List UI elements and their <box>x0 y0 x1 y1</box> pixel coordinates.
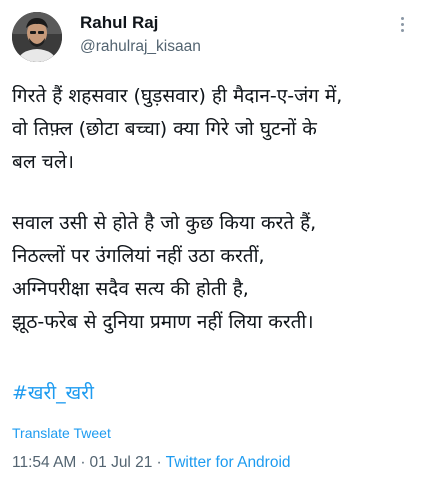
tweet-line: सवाल उसी से होते है जो कुछ किया करते हैं… <box>12 212 317 234</box>
more-dot <box>400 16 404 20</box>
author-handle[interactable]: @rahulraj_kisaan <box>80 36 201 58</box>
paragraph-break <box>12 179 416 207</box>
more-dot <box>400 28 404 32</box>
tweet-meta: 11:54 AM · 01 Jul 21 · Twitter for Android <box>12 452 291 474</box>
more-dot <box>400 22 404 26</box>
meta-separator: · <box>80 454 86 471</box>
tweet-line: गिरते हैं शहसवार (घुड़सवार) ही मैदान-ए-ज… <box>12 85 343 107</box>
avatar[interactable] <box>12 12 62 62</box>
tweet-text: गिरते हैं शहसवार (घुड़सवार) ही मैदान-ए-ज… <box>12 80 416 339</box>
author-names: Rahul Raj @rahulraj_kisaan <box>80 12 201 58</box>
author-display-name[interactable]: Rahul Raj <box>80 12 201 34</box>
more-vertical-icon[interactable] <box>390 10 414 38</box>
translate-tweet-link[interactable]: Translate Tweet <box>12 423 111 443</box>
tweet-line: वो तिफ़्ल (छोटा बच्चा) क्या गिरे जो घुटन… <box>12 118 317 140</box>
tweet-line: निठल्लों पर उंगलियां नहीं उठा करतीं, <box>12 245 265 267</box>
avatar-image <box>12 12 62 62</box>
tweet-line: बल चले। <box>12 151 74 173</box>
tweet-header: Rahul Raj @rahulraj_kisaan <box>10 10 416 66</box>
tweet-date[interactable]: 01 Jul 21 <box>90 454 153 471</box>
tweet-time[interactable]: 11:54 AM <box>12 454 76 471</box>
tweet-line: अग्निपरीक्षा सदैव सत्य की होती है, <box>12 278 249 300</box>
meta-separator: · <box>156 454 162 471</box>
tweet-source-link[interactable]: Twitter for Android <box>166 454 291 471</box>
hashtag-link[interactable]: #खरी_खरी <box>12 378 94 408</box>
tweet-line: झूठ-फरेब से दुनिया प्रमाण नहीं लिया करती… <box>12 311 314 333</box>
